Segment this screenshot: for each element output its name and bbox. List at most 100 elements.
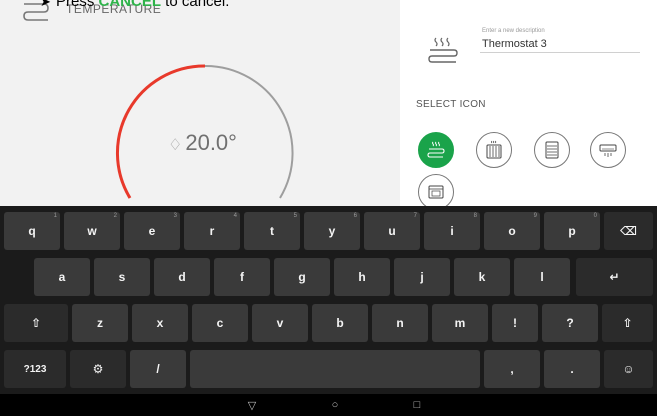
shift-icon: ⇧ xyxy=(30,316,42,330)
icon-option-panel-heater[interactable] xyxy=(534,132,570,168)
key-m[interactable]: m xyxy=(432,304,488,342)
icon-option-underfloor-heating[interactable] xyxy=(418,132,454,168)
select-icon-label: SELECT ICON xyxy=(416,99,486,110)
key-label: c xyxy=(216,316,224,330)
key-a[interactable]: a xyxy=(34,258,90,296)
icon-option-radiator[interactable] xyxy=(476,132,512,168)
key-label: i xyxy=(450,224,454,238)
key-label: q xyxy=(28,224,36,238)
recents-button[interactable]: □ xyxy=(409,397,425,413)
key-hint: 7 xyxy=(413,213,417,219)
key-r[interactable]: r4 xyxy=(184,212,240,250)
key-hint: 1 xyxy=(53,213,57,219)
key-v[interactable]: v xyxy=(252,304,308,342)
key-x[interactable]: x xyxy=(132,304,188,342)
instruction-banner: ➤ Press CANCEL to cancel. xyxy=(0,0,657,11)
key-h[interactable]: h xyxy=(334,258,390,296)
key-s[interactable]: s xyxy=(94,258,150,296)
key-q[interactable]: q1 xyxy=(4,212,60,250)
key-shift-left[interactable]: ⇧ xyxy=(4,304,68,342)
gear-icon: ⚙ xyxy=(92,362,104,376)
key-label: ! xyxy=(513,316,517,330)
temperature-readout: ♢ 20.0° xyxy=(168,130,237,156)
key-question[interactable]: ? xyxy=(542,304,598,342)
key-symbols[interactable]: ?123 xyxy=(4,350,66,388)
key-backspace[interactable]: ⌫ xyxy=(604,212,653,250)
bullet-arrow-icon: ➤ xyxy=(40,0,51,9)
key-space[interactable] xyxy=(190,350,480,388)
temperature-value: 20.0° xyxy=(185,130,237,155)
key-label: x xyxy=(156,316,164,330)
recents-icon: □ xyxy=(413,399,421,411)
home-button[interactable]: ○ xyxy=(327,397,343,413)
key-enter[interactable]: ↵ xyxy=(576,258,653,296)
key-w[interactable]: w2 xyxy=(64,212,120,250)
emoji-icon: ☺ xyxy=(622,362,635,376)
key-label: m xyxy=(454,316,466,330)
key-f[interactable]: f xyxy=(214,258,270,296)
on-screen-keyboard: q1 w2 e3 r4 t5 y6 u7 i8 o9 p0 ⌫ a s d f … xyxy=(0,206,657,394)
key-label: s xyxy=(118,270,126,284)
air-conditioner-icon xyxy=(599,144,617,157)
key-label: j xyxy=(420,270,424,284)
temperature-panel: TEMPERATURE ♢ 20.0° xyxy=(0,0,400,206)
key-hint: 6 xyxy=(353,213,357,219)
key-d[interactable]: d xyxy=(154,258,210,296)
key-label: d xyxy=(178,270,186,284)
key-shift-right[interactable]: ⇧ xyxy=(602,304,653,342)
key-z[interactable]: z xyxy=(72,304,128,342)
key-k[interactable]: k xyxy=(454,258,510,296)
underfloor-heating-icon xyxy=(428,37,458,63)
key-emoji[interactable]: ☺ xyxy=(604,350,653,388)
key-g[interactable]: g xyxy=(274,258,330,296)
key-t[interactable]: t5 xyxy=(244,212,300,250)
back-button[interactable]: ▽ xyxy=(244,397,260,413)
icon-option-air-conditioner[interactable] xyxy=(590,132,626,168)
key-n[interactable]: n xyxy=(372,304,428,342)
key-settings[interactable]: ⚙ xyxy=(70,350,126,388)
key-i[interactable]: i8 xyxy=(424,212,480,250)
key-label: l xyxy=(540,270,544,284)
key-label: , xyxy=(510,362,514,376)
key-l[interactable]: l xyxy=(514,258,570,296)
key-o[interactable]: o9 xyxy=(484,212,540,250)
description-hint: Enter a new description xyxy=(482,28,545,34)
key-label: u xyxy=(388,224,396,238)
key-hint: 5 xyxy=(293,213,297,219)
key-hint: 8 xyxy=(473,213,477,219)
key-j[interactable]: j xyxy=(394,258,450,296)
key-c[interactable]: c xyxy=(192,304,248,342)
key-y[interactable]: y6 xyxy=(304,212,360,250)
key-slash[interactable]: / xyxy=(130,350,186,388)
icon-option-oven[interactable] xyxy=(418,174,454,210)
system-nav-bar: ▽ ○ □ xyxy=(0,394,657,416)
radiator-icon xyxy=(486,140,502,159)
back-icon: ▽ xyxy=(247,399,257,412)
key-exclamation[interactable]: ! xyxy=(492,304,538,342)
key-b[interactable]: b xyxy=(312,304,368,342)
key-comma[interactable]: , xyxy=(484,350,540,388)
flame-icon: ♢ xyxy=(168,137,183,154)
key-label: e xyxy=(148,224,156,238)
key-label: o xyxy=(508,224,516,238)
instruction-text: Press CANCEL to cancel. xyxy=(56,0,229,11)
enter-icon: ↵ xyxy=(609,270,620,284)
description-input[interactable]: Thermostat 3 xyxy=(482,38,547,50)
key-p[interactable]: p0 xyxy=(544,212,600,250)
instruction-prefix: Press xyxy=(56,0,99,10)
backspace-icon: ⌫ xyxy=(620,224,637,238)
key-label: w xyxy=(87,224,97,238)
key-hint: 9 xyxy=(533,213,537,219)
key-label: p xyxy=(568,224,576,238)
key-label: ?123 xyxy=(23,363,47,375)
key-e[interactable]: e3 xyxy=(124,212,180,250)
screen: ➤ Press CANCEL to cancel. TEMPERATURE ♢ 2… xyxy=(0,0,657,416)
shift-icon: ⇧ xyxy=(622,316,633,330)
key-label: k xyxy=(478,270,486,284)
key-period[interactable]: . xyxy=(544,350,600,388)
key-label: v xyxy=(276,316,284,330)
key-label: z xyxy=(97,316,103,330)
underfloor-heating-icon xyxy=(427,141,445,158)
key-u[interactable]: u7 xyxy=(364,212,420,250)
key-label: . xyxy=(570,362,574,376)
